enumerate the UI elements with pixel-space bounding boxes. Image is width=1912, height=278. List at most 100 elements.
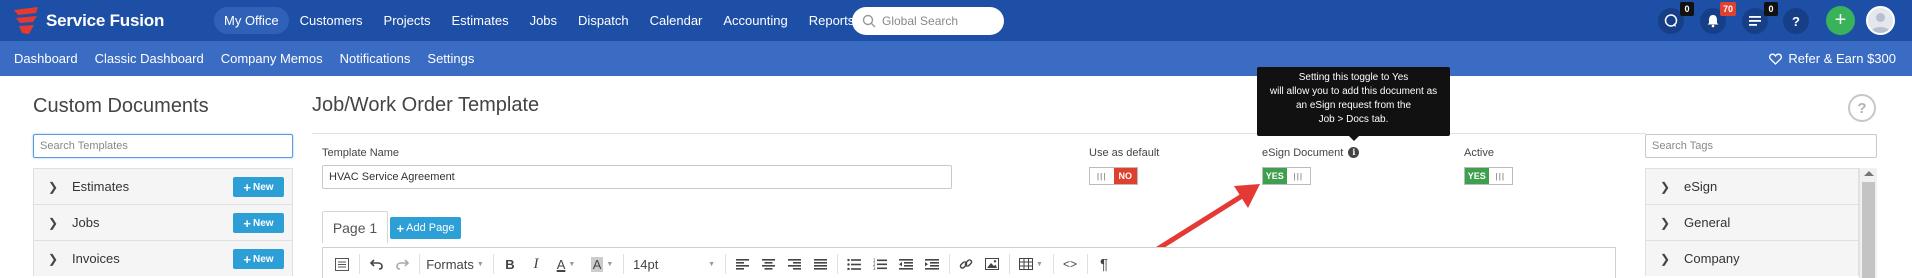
scroll-up-icon[interactable] <box>1864 171 1874 176</box>
refer-earn-label: Refer & Earn $300 <box>1788 51 1896 66</box>
template-category-list: ❯ Estimates + New ❯ Jobs + New ❯ Invoices … <box>33 168 293 276</box>
plus-icon: + <box>1834 9 1847 31</box>
bold-button[interactable]: B <box>497 252 523 276</box>
outdent-button[interactable] <box>893 252 919 276</box>
top-navbar: Service Fusion My Office Customers Proje… <box>0 0 1912 41</box>
font-color-button[interactable]: A ▼ <box>549 252 583 276</box>
subnav-settings[interactable]: Settings <box>427 51 474 66</box>
plus-icon: + <box>396 220 405 236</box>
insert-table-button[interactable]: ▼ <box>1013 252 1049 276</box>
chat-button[interactable]: 0 <box>1658 2 1694 34</box>
template-name-label: Template Name <box>322 147 400 159</box>
align-center-icon <box>761 258 775 270</box>
category-label: Estimates <box>72 179 130 194</box>
toggle-state: NO <box>1113 168 1137 184</box>
background-color-icon: A <box>590 256 604 272</box>
source-view-button[interactable] <box>329 252 355 276</box>
avatar[interactable] <box>1866 6 1895 35</box>
nav-dispatch[interactable]: Dispatch <box>568 7 639 34</box>
info-icon[interactable]: i <box>1348 146 1360 158</box>
sub-nav: Dashboard Classic Dashboard Company Memo… <box>0 41 491 76</box>
chevron-right-icon: ❯ <box>48 179 59 194</box>
subnav-company-memos[interactable]: Company Memos <box>221 51 323 66</box>
category-invoices[interactable]: ❯ Invoices + New <box>33 240 293 276</box>
plus-icon: + <box>243 215 252 231</box>
redo-button[interactable] <box>389 252 415 276</box>
toolbar-separator <box>1087 254 1088 274</box>
use-as-default-toggle[interactable]: ||| NO <box>1089 167 1138 185</box>
quick-add-button[interactable]: + <box>1826 6 1855 35</box>
tag-esign[interactable]: ❯ eSign <box>1645 168 1859 204</box>
active-label: Active <box>1464 147 1494 159</box>
nav-estimates[interactable]: Estimates <box>442 7 519 34</box>
font-size-dropdown[interactable]: 14pt ▼ <box>627 252 721 276</box>
new-job-template-button[interactable]: + New <box>233 213 284 233</box>
category-estimates[interactable]: ❯ Estimates + New <box>33 168 293 204</box>
tooltip-line: will allow you to add this document as <box>1269 86 1438 97</box>
nav-projects[interactable]: Projects <box>374 7 441 34</box>
custom-documents-title: Custom Documents <box>33 95 209 117</box>
tag-general[interactable]: ❯ General <box>1645 204 1859 240</box>
add-page-button[interactable]: + Add Page <box>390 217 461 239</box>
notifications-button[interactable]: 70 <box>1700 2 1736 34</box>
category-label: Jobs <box>72 215 100 230</box>
search-templates-input[interactable] <box>33 134 293 158</box>
tooltip-pointer <box>1349 136 1359 141</box>
nav-jobs[interactable]: Jobs <box>520 7 567 34</box>
align-center-button[interactable] <box>755 252 781 276</box>
new-estimate-template-button[interactable]: + New <box>233 177 284 197</box>
page-help-button[interactable]: ? <box>1848 94 1876 122</box>
insert-link-button[interactable] <box>953 252 979 276</box>
tab-page-1[interactable]: Page 1 <box>322 211 388 243</box>
align-left-button[interactable] <box>729 252 755 276</box>
logo[interactable]: Service Fusion <box>12 7 164 35</box>
background-color-button[interactable]: A ▼ <box>585 252 619 276</box>
main-nav: My Office Customers Projects Estimates J… <box>214 0 865 41</box>
align-right-button[interactable] <box>781 252 807 276</box>
template-name-input[interactable] <box>322 165 952 189</box>
bullet-list-icon <box>847 258 861 270</box>
align-justify-button[interactable] <box>807 252 833 276</box>
table-icon <box>1019 258 1034 270</box>
help-button[interactable]: ? <box>1783 8 1809 34</box>
page-title: Job/Work Order Template <box>312 94 540 116</box>
insert-image-button[interactable] <box>979 252 1005 276</box>
category-jobs[interactable]: ❯ Jobs + New <box>33 204 293 240</box>
global-search[interactable] <box>852 7 1004 35</box>
new-invoice-template-button[interactable]: + New <box>233 249 284 269</box>
active-toggle[interactable]: YES ||| <box>1464 167 1513 185</box>
nav-customers[interactable]: Customers <box>290 7 373 34</box>
subnav-notifications[interactable]: Notifications <box>340 51 411 66</box>
subnav-classic-dashboard[interactable]: Classic Dashboard <box>95 51 204 66</box>
show-blocks-button[interactable]: ¶ <box>1091 252 1117 276</box>
undo-button[interactable] <box>363 252 389 276</box>
nav-my-office[interactable]: My Office <box>214 7 289 34</box>
nav-calendar[interactable]: Calendar <box>640 7 713 34</box>
new-button-label: New <box>253 253 274 265</box>
source-code-button[interactable]: <> <box>1057 252 1083 276</box>
toolbar-separator <box>725 254 726 274</box>
indent-button[interactable] <box>919 252 945 276</box>
chevron-right-icon: ❯ <box>48 251 59 266</box>
formats-dropdown[interactable]: Formats ▼ <box>423 252 487 276</box>
toolbar-separator <box>949 254 950 274</box>
search-tags-input[interactable] <box>1645 134 1877 158</box>
new-button-label: New <box>253 217 274 229</box>
global-search-input[interactable] <box>882 14 992 28</box>
tag-company[interactable]: ❯ Company <box>1645 240 1859 276</box>
tasks-button[interactable]: 0 <box>1742 2 1778 34</box>
tag-list-scrollbar[interactable] <box>1859 168 1877 278</box>
document-icon <box>335 257 349 271</box>
italic-button[interactable]: I <box>523 252 549 276</box>
toggle-state: YES <box>1465 168 1489 184</box>
brand-name: Service Fusion <box>46 11 165 30</box>
nav-accounting[interactable]: Accounting <box>713 7 797 34</box>
subnav-dashboard[interactable]: Dashboard <box>14 51 78 66</box>
bullet-list-button[interactable] <box>841 252 867 276</box>
numbered-list-button[interactable]: 123 <box>867 252 893 276</box>
scrollbar-thumb[interactable] <box>1862 182 1875 278</box>
align-right-icon <box>787 258 801 270</box>
help-icon: ? <box>1792 13 1800 29</box>
new-button-label: New <box>253 181 274 193</box>
refer-earn-link[interactable]: Refer & Earn $300 <box>1769 41 1896 76</box>
